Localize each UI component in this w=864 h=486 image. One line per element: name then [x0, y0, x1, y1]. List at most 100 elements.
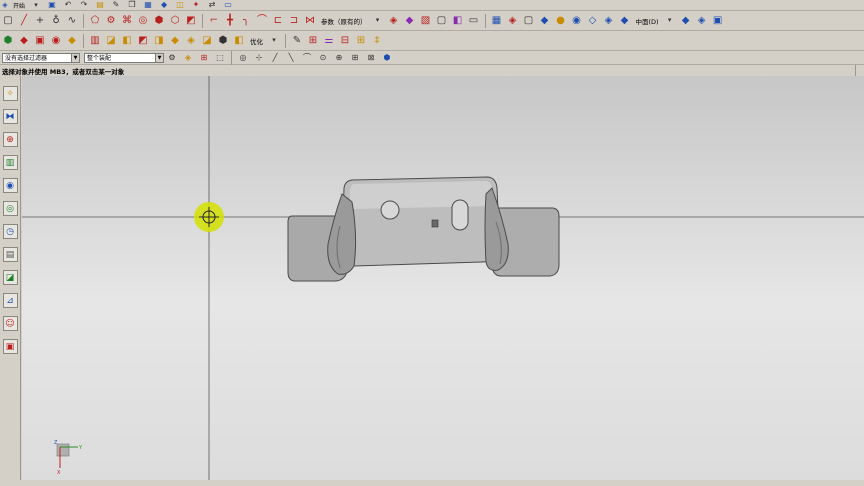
- expression-icon[interactable]: ⚌: [322, 34, 336, 48]
- move-face-icon[interactable]: ⬢: [216, 34, 230, 48]
- surface-icon[interactable]: ◆: [403, 14, 417, 28]
- snap-center-icon[interactable]: ⊙: [316, 51, 330, 65]
- offset-curve-icon[interactable]: ⌒: [255, 14, 269, 28]
- measure-distance-icon[interactable]: ‡: [370, 34, 384, 48]
- arc-icon[interactable]: ♁: [49, 14, 63, 28]
- replace-face-icon[interactable]: ◪: [200, 34, 214, 48]
- draft-icon[interactable]: ◈: [184, 34, 198, 48]
- snap-settings-icon[interactable]: ⬢: [380, 51, 394, 65]
- shell-icon[interactable]: ▣: [33, 34, 47, 48]
- extrude-icon[interactable]: ⬠: [88, 14, 102, 28]
- view-icon[interactable]: ◆: [538, 14, 552, 28]
- snap-endpoint-icon[interactable]: ⊹: [252, 51, 266, 65]
- project-icon[interactable]: ⊐: [287, 14, 301, 28]
- snap-midpoint-icon[interactable]: ╱: [268, 51, 282, 65]
- manufacturing-wizard-icon[interactable]: ⊿: [2, 293, 18, 308]
- top-view-icon[interactable]: ◆: [618, 14, 632, 28]
- snap-intersect-icon[interactable]: ⌒: [300, 51, 314, 65]
- web-browser-icon[interactable]: ◉: [2, 178, 18, 193]
- thicken-icon[interactable]: ◉: [49, 34, 63, 48]
- trim-icon[interactable]: ⌐: [207, 14, 221, 28]
- part-navigator-icon[interactable]: ⊕: [2, 132, 18, 147]
- spline-icon[interactable]: ∿: [65, 14, 79, 28]
- selection-scope-select[interactable]: 整个装配 ▼: [84, 52, 164, 63]
- fillet-icon[interactable]: ╮: [239, 14, 253, 28]
- mid-surface-dropdown-icon[interactable]: ▾: [663, 14, 677, 28]
- pocket-icon[interactable]: ⬡: [168, 14, 182, 28]
- assembly-navigator-icon[interactable]: ✧: [2, 86, 18, 101]
- bridge-icon[interactable]: ⊏: [271, 14, 285, 28]
- chamfer-icon[interactable]: ◩: [184, 14, 198, 28]
- display-icon[interactable]: ▣: [711, 14, 725, 28]
- iso-view-icon[interactable]: ◈: [602, 14, 616, 28]
- graphics-canvas[interactable]: Y X Z: [22, 76, 864, 486]
- point-icon[interactable]: +: [33, 14, 47, 28]
- intersect-icon[interactable]: ◧: [120, 34, 134, 48]
- snap-icon[interactable]: ⊞: [197, 51, 211, 65]
- chevron-down-icon[interactable]: ▼: [71, 53, 79, 62]
- select-box-icon[interactable]: ⬚: [213, 51, 227, 65]
- info-icon[interactable]: ▢: [522, 14, 536, 28]
- filter-reset-icon[interactable]: ⚙: [165, 51, 179, 65]
- patch-icon[interactable]: ▧: [419, 14, 433, 28]
- analysis-icon[interactable]: ▦: [490, 14, 504, 28]
- cube-view-icon[interactable]: ◆: [679, 14, 693, 28]
- process-studio-icon[interactable]: ◪: [2, 270, 18, 285]
- optimize-dropdown-icon[interactable]: ▾: [267, 34, 281, 48]
- history-icon[interactable]: ◎: [2, 201, 18, 216]
- constraint-navigator-icon[interactable]: ⧓: [2, 109, 18, 124]
- block-icon[interactable]: ◆: [65, 34, 79, 48]
- move-object-icon[interactable]: ⊞: [354, 34, 368, 48]
- reuse-library-icon[interactable]: ▥: [2, 155, 18, 170]
- hole-icon[interactable]: ◎: [136, 14, 150, 28]
- prompt-scroll-handle[interactable]: [855, 65, 864, 76]
- system-scenes-icon[interactable]: ▣: [2, 339, 18, 354]
- select-all-icon[interactable]: ◈: [181, 51, 195, 65]
- subtract-icon[interactable]: ◪: [104, 34, 118, 48]
- feature-table-icon[interactable]: ⊞: [306, 34, 320, 48]
- section-dropdown-icon[interactable]: ▾: [371, 14, 385, 28]
- roles-icon[interactable]: ☺: [2, 316, 18, 331]
- sweep-icon[interactable]: ⌘: [120, 14, 134, 28]
- snap-on-curve-icon[interactable]: ⊠: [364, 51, 378, 65]
- clock-icon[interactable]: ◷: [2, 224, 18, 239]
- resize-face-icon[interactable]: ◧: [232, 34, 246, 48]
- snap-point-icon[interactable]: ⊞: [348, 51, 362, 65]
- datum-icon[interactable]: ⬢: [1, 34, 15, 48]
- offset-face-icon[interactable]: ◆: [168, 34, 182, 48]
- graphics-window[interactable]: Y X Z: [22, 76, 864, 486]
- mid-surface-label[interactable]: 中面(D): [636, 16, 659, 26]
- box-icon[interactable]: ▢: [435, 14, 449, 28]
- pattern-icon[interactable]: ⊟: [338, 34, 352, 48]
- system-materials-icon[interactable]: ▤: [2, 247, 18, 262]
- wireframe-icon[interactable]: ◇: [586, 14, 600, 28]
- start-menu[interactable]: 开始: [13, 1, 25, 10]
- face-icon[interactable]: ◈: [387, 14, 401, 28]
- snap-quadrant-icon[interactable]: ⊕: [332, 51, 346, 65]
- quick-pick-icon[interactable]: ◎: [236, 51, 250, 65]
- mirror-icon[interactable]: ⋈: [303, 14, 317, 28]
- bracket-part[interactable]: [287, 176, 560, 282]
- type-filter-select[interactable]: 没有选择过滤器 ▼: [2, 52, 80, 63]
- blend-icon[interactable]: ◆: [17, 34, 31, 48]
- snap-control-icon[interactable]: ╲: [284, 51, 298, 65]
- chevron-down-icon[interactable]: ▼: [155, 53, 163, 62]
- shade-icon[interactable]: ◉: [570, 14, 584, 28]
- measure-icon[interactable]: ◈: [506, 14, 520, 28]
- mesh-icon[interactable]: ◧: [451, 14, 465, 28]
- rectangle-icon[interactable]: ▢: [1, 14, 15, 28]
- axis-x-label: X: [57, 470, 61, 476]
- optimize-label[interactable]: 优化: [250, 36, 263, 46]
- extend-icon[interactable]: ╋: [223, 14, 237, 28]
- frame-icon[interactable]: ▭: [467, 14, 481, 28]
- boss-icon[interactable]: ⬢: [152, 14, 166, 28]
- light-icon[interactable]: ●: [554, 14, 568, 28]
- unite-icon[interactable]: ▥: [88, 34, 102, 48]
- trim-body-icon[interactable]: ◨: [152, 34, 166, 48]
- line-icon[interactable]: ╱: [17, 14, 31, 28]
- split-icon[interactable]: ◩: [136, 34, 150, 48]
- section-parameter-label[interactable]: 参数（原有的）: [321, 16, 367, 26]
- pen-icon[interactable]: ✎: [290, 34, 304, 48]
- revolve-icon[interactable]: ⚙: [104, 14, 118, 28]
- orient-icon[interactable]: ◈: [695, 14, 709, 28]
